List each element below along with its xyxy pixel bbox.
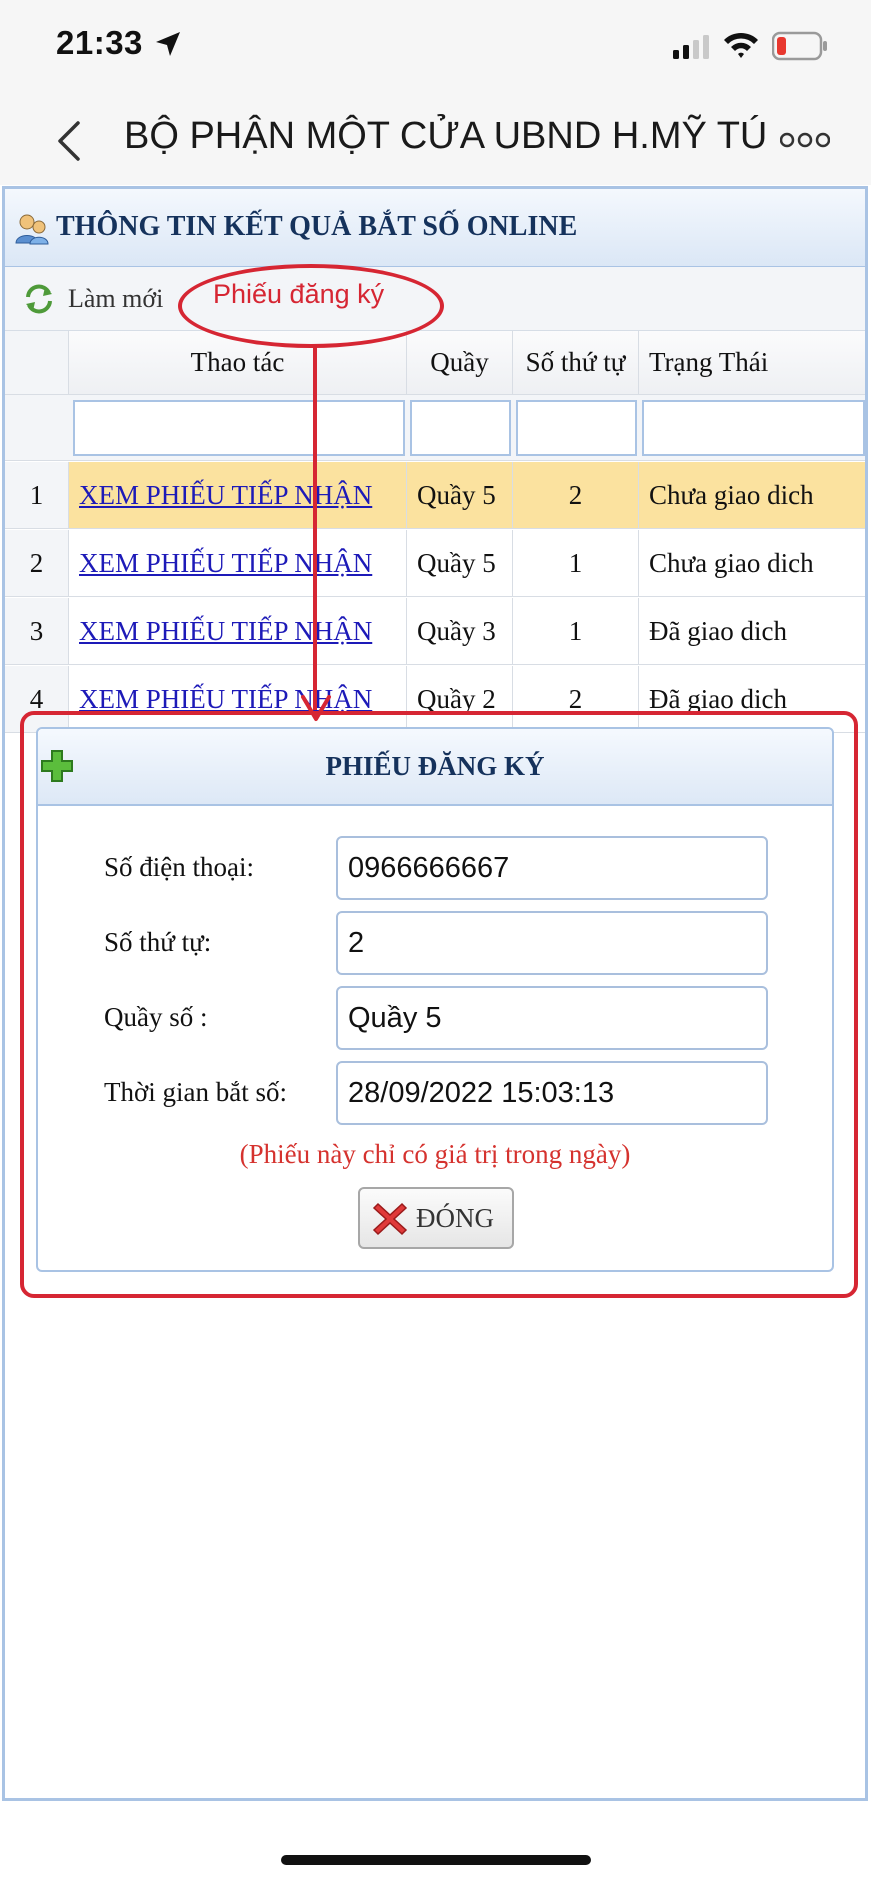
table-header-row: Thao tác Quầy Số thứ tự Trạng Thái: [5, 331, 865, 395]
row-index: 1: [5, 462, 69, 528]
table-row[interactable]: 2 XEM PHIẾU TIẾP NHẬN Quầy 5 1 Chưa giao…: [5, 530, 865, 597]
table-row[interactable]: 3 XEM PHIẾU TIẾP NHẬN Quầy 3 1 Đã giao d…: [5, 598, 865, 665]
location-arrow-icon: [156, 32, 180, 56]
back-chevron-icon[interactable]: [52, 120, 86, 162]
row-counter: Quầy 3: [407, 598, 513, 664]
row-status: Đã giao dich: [649, 615, 787, 646]
panel-header: THÔNG TIN KẾT QUẢ BẮT SỐ ONLINE: [5, 189, 865, 267]
nav-title: BỘ PHẬN MỘT CỬA UBND H.MỸ TÚ: [124, 115, 768, 157]
filter-row: [5, 395, 865, 461]
row-counter: Quầy 5: [407, 462, 513, 528]
row-status: Chưa giao dich: [649, 479, 814, 510]
view-receipt-link[interactable]: XEM PHIẾU TIẾP NHẬN: [79, 548, 372, 579]
view-receipt-link[interactable]: XEM PHIẾU TIẾP NHẬN: [79, 616, 372, 647]
row-number: 1: [513, 530, 639, 596]
row-status: Chưa giao dich: [649, 547, 814, 578]
more-options-icon[interactable]: [780, 131, 830, 149]
refresh-icon[interactable]: [23, 283, 55, 315]
annotation-arrow-line: [313, 346, 317, 710]
refresh-button[interactable]: Làm mới: [68, 284, 163, 314]
column-header-number[interactable]: Số thứ tự: [513, 331, 639, 394]
annotation-highlight-box: [20, 711, 858, 1298]
column-header-counter[interactable]: Quầy: [407, 331, 513, 394]
view-receipt-link[interactable]: XEM PHIẾU TIẾP NHẬN: [79, 480, 372, 511]
status-bar: 21:33: [0, 0, 871, 95]
nav-bar: BỘ PHẬN MỘT CỬA UBND H.MỸ TÚ: [0, 95, 871, 185]
row-index: 2: [5, 530, 69, 596]
filter-status-input[interactable]: [642, 400, 865, 456]
row-number: 2: [513, 462, 639, 528]
annotation-label: Phiếu đăng ký: [213, 279, 385, 309]
filter-counter-input[interactable]: [410, 400, 511, 456]
panel-title: THÔNG TIN KẾT QUẢ BẮT SỐ ONLINE: [56, 211, 578, 242]
users-icon: [15, 214, 49, 245]
cellular-signal-icon: [673, 35, 709, 59]
column-header-status[interactable]: Trạng Thái: [639, 331, 865, 394]
table-row[interactable]: 1 XEM PHIẾU TIẾP NHẬN Quầy 5 2 Chưa giao…: [5, 462, 865, 529]
row-counter: Quầy 5: [407, 530, 513, 596]
wifi-icon: [724, 32, 758, 58]
row-number: 1: [513, 598, 639, 664]
filter-number-input[interactable]: [516, 400, 637, 456]
home-indicator[interactable]: [281, 1855, 591, 1865]
column-header-index: [5, 331, 69, 394]
battery-low-icon: [772, 31, 827, 61]
status-time: 21:33: [56, 24, 143, 61]
row-index: 3: [5, 598, 69, 664]
filter-action-input[interactable]: [73, 400, 405, 456]
